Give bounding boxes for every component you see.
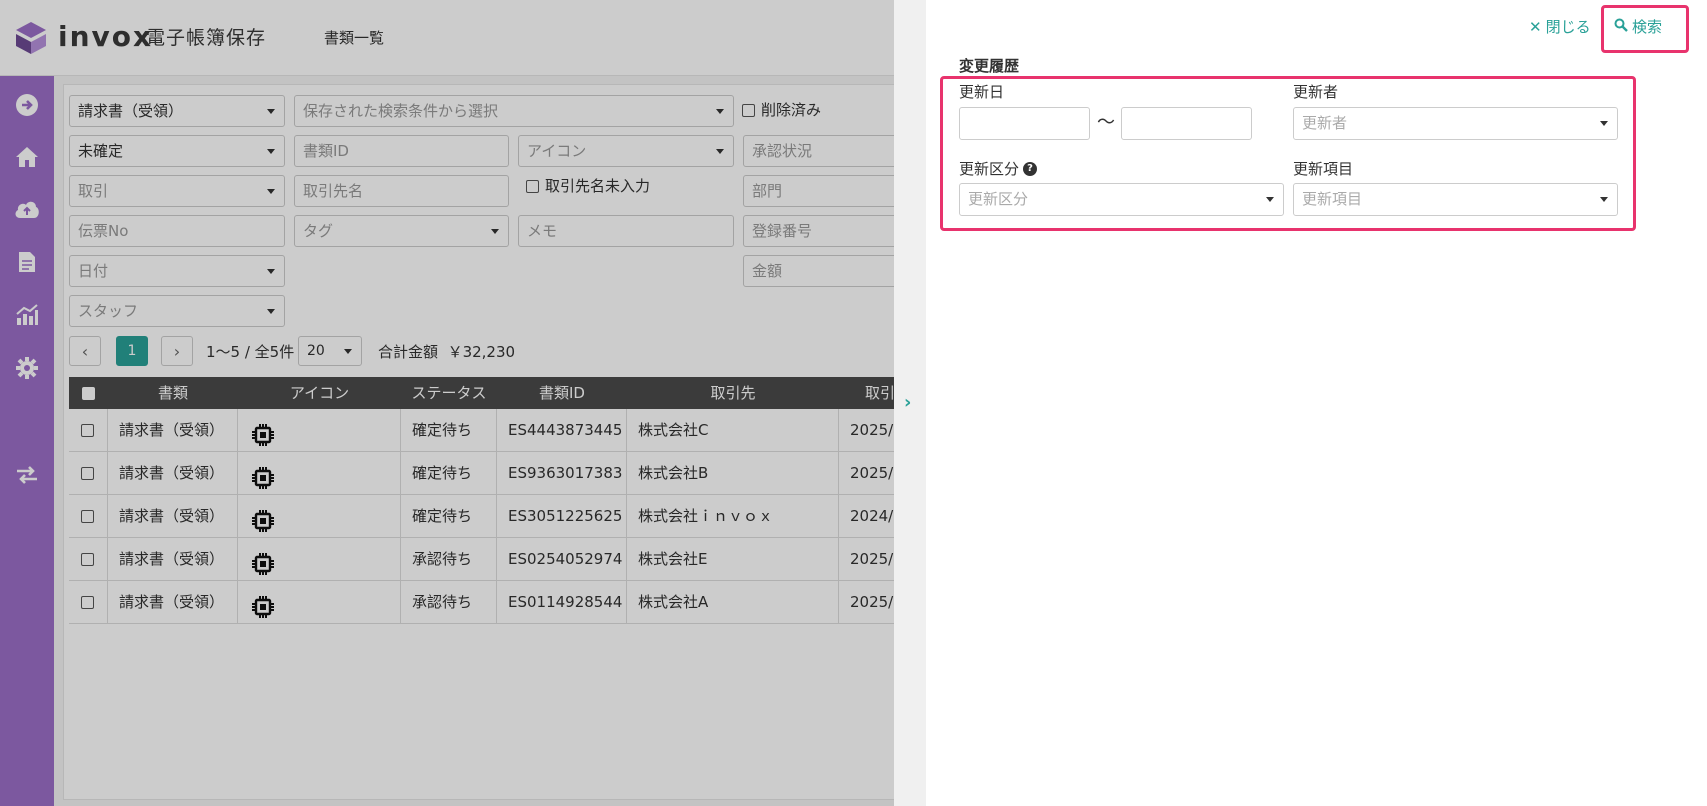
- range-tilde: 〜: [1097, 112, 1115, 133]
- update-date-from-input[interactable]: [959, 107, 1090, 140]
- updater-label: 更新者: [1293, 83, 1339, 101]
- update-type-select[interactable]: 更新区分: [959, 183, 1284, 216]
- update-type-label: 更新区分?: [959, 159, 1038, 179]
- help-icon[interactable]: ?: [1023, 162, 1038, 176]
- chevron-right-icon[interactable]: ›: [904, 393, 911, 413]
- close-button[interactable]: ✕ 閉じる: [1529, 17, 1591, 37]
- modal-overlay[interactable]: [0, 0, 894, 806]
- update-date-to-input[interactable]: [1121, 107, 1252, 140]
- update-item-label: 更新項目: [1293, 160, 1354, 178]
- drawer-handle[interactable]: ›: [894, 0, 926, 806]
- search-icon: [1614, 17, 1628, 37]
- search-button[interactable]: 検索: [1614, 17, 1662, 37]
- update-item-select[interactable]: 更新項目: [1293, 183, 1618, 216]
- updater-select[interactable]: 更新者: [1293, 107, 1618, 140]
- close-icon: ✕: [1529, 18, 1542, 36]
- update-date-label: 更新日: [959, 83, 1005, 101]
- section-title-history: 変更履歴: [959, 57, 1020, 75]
